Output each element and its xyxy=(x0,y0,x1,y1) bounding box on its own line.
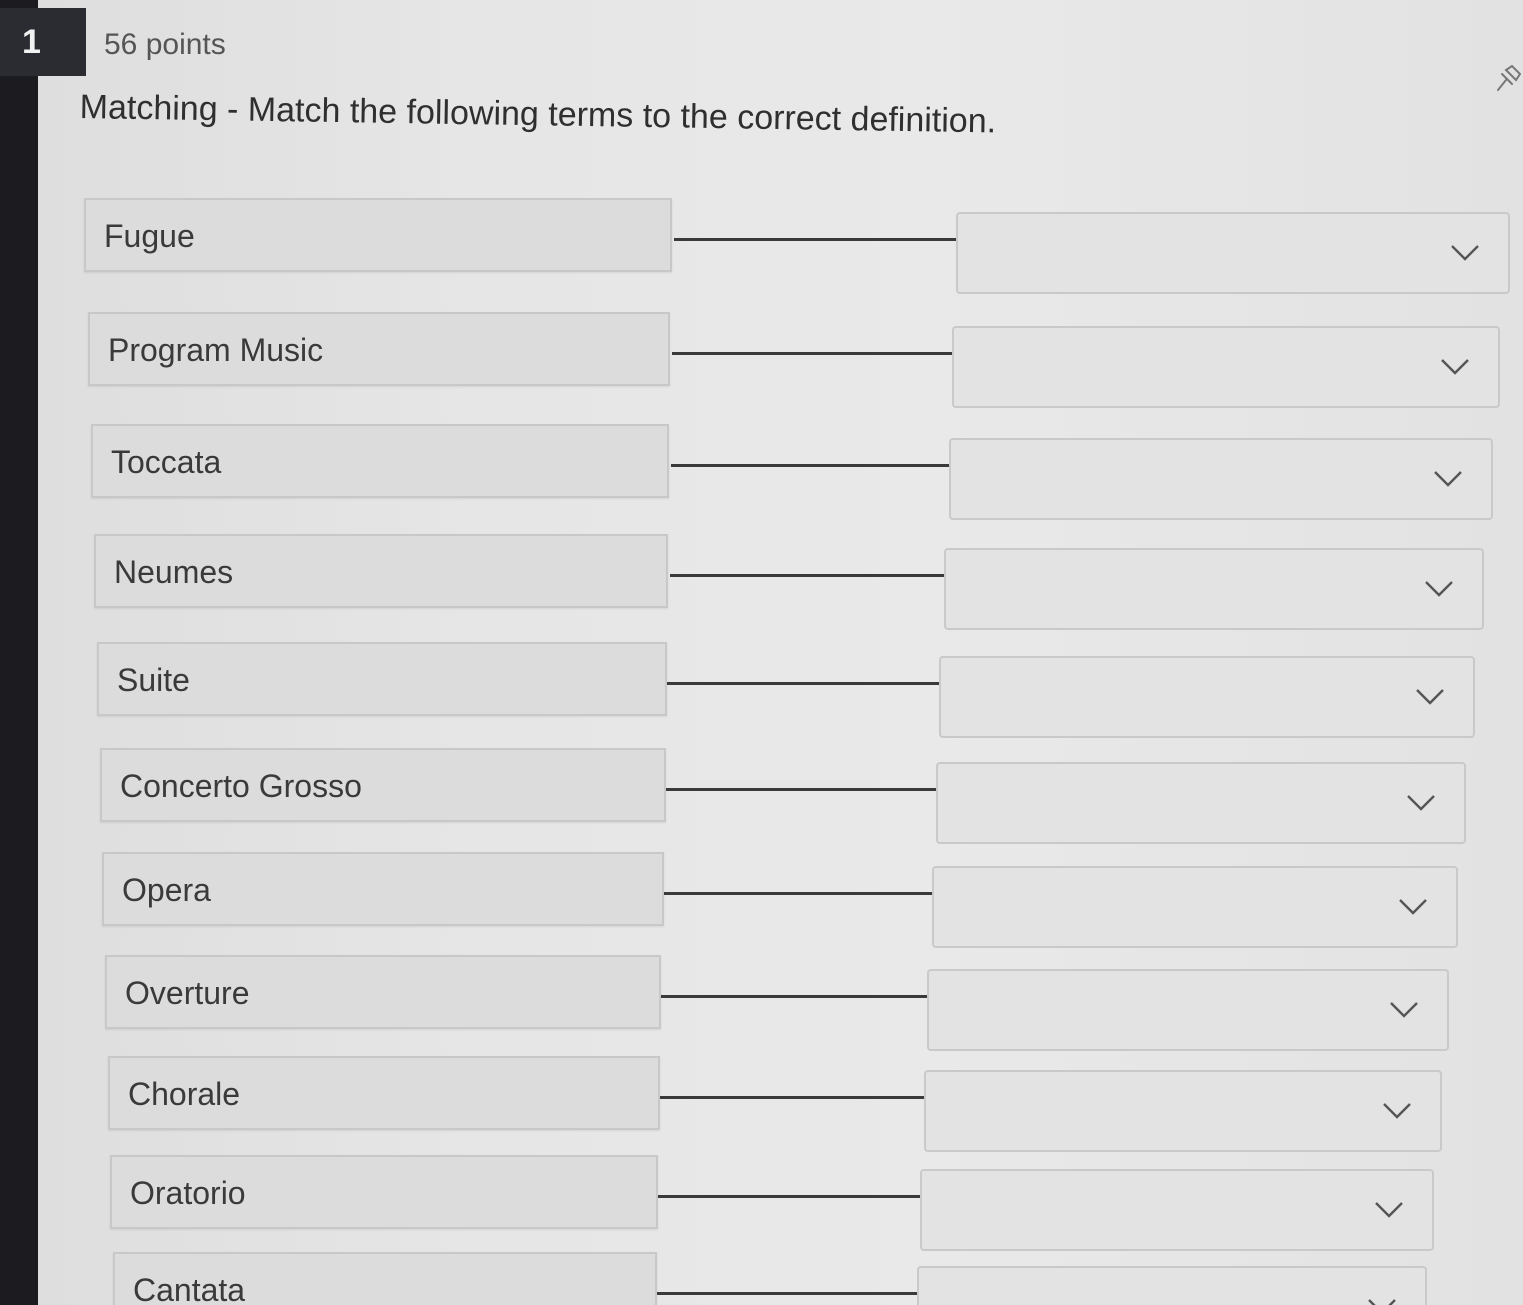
definition-select[interactable] xyxy=(924,1070,1442,1152)
connector-line xyxy=(661,995,927,998)
connector-line xyxy=(658,1195,920,1198)
chevron-down-icon xyxy=(1441,359,1469,375)
term-box: Toccata xyxy=(91,424,669,498)
term-box: Neumes xyxy=(94,534,668,608)
term-label: Fugue xyxy=(104,218,195,254)
definition-select[interactable] xyxy=(952,326,1500,408)
term-label: Opera xyxy=(122,872,211,908)
chevron-down-icon xyxy=(1368,1299,1396,1305)
matching-rows: Fugue Program Music Toccata Neumes Suite… xyxy=(0,0,1523,1305)
chevron-down-icon xyxy=(1434,471,1462,487)
chevron-down-icon xyxy=(1375,1202,1403,1218)
term-label: Concerto Grosso xyxy=(120,768,362,804)
connector-line xyxy=(666,788,936,791)
chevron-down-icon xyxy=(1383,1103,1411,1119)
term-box: Fugue xyxy=(84,198,672,272)
term-box: Suite xyxy=(97,642,667,716)
definition-select[interactable] xyxy=(936,762,1466,844)
connector-line xyxy=(672,352,952,355)
term-label: Suite xyxy=(117,662,190,698)
connector-line xyxy=(667,682,939,685)
connector-line xyxy=(657,1292,917,1295)
chevron-down-icon xyxy=(1425,581,1453,597)
definition-select[interactable] xyxy=(939,656,1475,738)
term-label: Oratorio xyxy=(130,1175,246,1211)
definition-select[interactable] xyxy=(932,866,1458,948)
chevron-down-icon xyxy=(1390,1002,1418,1018)
term-label: Neumes xyxy=(114,554,234,590)
chevron-down-icon xyxy=(1416,689,1444,705)
term-box: Overture xyxy=(105,955,661,1029)
term-box: Chorale xyxy=(108,1056,660,1130)
term-label: Chorale xyxy=(128,1076,241,1112)
term-box: Opera xyxy=(102,852,664,926)
term-label: Cantata xyxy=(133,1272,246,1305)
connector-line xyxy=(671,464,949,467)
term-box: Oratorio xyxy=(110,1155,658,1229)
definition-select[interactable] xyxy=(949,438,1493,520)
connector-line xyxy=(664,892,932,895)
connector-line xyxy=(660,1096,924,1099)
chevron-down-icon xyxy=(1451,245,1479,261)
chevron-down-icon xyxy=(1399,899,1427,915)
connector-line xyxy=(670,574,944,577)
term-box: Program Music xyxy=(88,312,670,386)
definition-select[interactable] xyxy=(917,1266,1427,1305)
connector-line xyxy=(674,238,956,241)
definition-select[interactable] xyxy=(927,969,1449,1051)
chevron-down-icon xyxy=(1407,795,1435,811)
term-label: Toccata xyxy=(111,444,222,480)
term-label: Program Music xyxy=(108,332,324,368)
term-box: Cantata xyxy=(113,1252,657,1305)
term-label: Overture xyxy=(125,975,250,1011)
definition-select[interactable] xyxy=(944,548,1484,630)
definition-select[interactable] xyxy=(920,1169,1434,1251)
definition-select[interactable] xyxy=(956,212,1510,294)
term-box: Concerto Grosso xyxy=(100,748,666,822)
